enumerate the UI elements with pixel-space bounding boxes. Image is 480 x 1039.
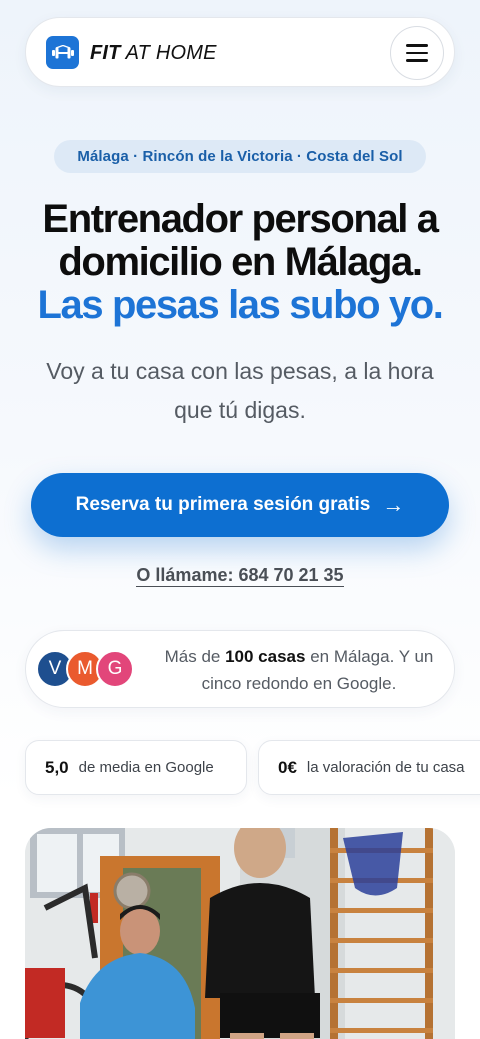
title-line-1: Entrenador personal a — [42, 197, 439, 241]
stat-value: 0€ — [278, 757, 297, 777]
trainer-photo — [25, 828, 455, 1039]
title-accent: Las pesas las subo yo. — [37, 283, 444, 327]
social-proof-card: V M G Más de 100 casas en Málaga. Y un c… — [25, 630, 455, 708]
dumbbell-icon[interactable] — [46, 36, 79, 69]
homes-count: 100 casas — [225, 647, 306, 666]
cta-label: Reserva tu primera sesión gratis — [75, 494, 371, 515]
brand-bold: FIT — [90, 42, 121, 64]
location-badge: Málaga · Rincón de la Victoria · Costa d… — [54, 140, 426, 173]
stat-label: la valoración de tu casa — [306, 759, 465, 776]
title-line-2: domicilio en Málaga. — [58, 240, 423, 284]
call-link-container: O llámame: 684 70 21 35 — [0, 565, 480, 587]
brand-logo-text[interactable]: FIT AT HOME — [90, 40, 217, 66]
hamburger-menu-icon[interactable] — [390, 26, 444, 80]
stat-label: de media en Google — [78, 759, 214, 776]
site-header: FIT AT HOME — [25, 17, 455, 87]
stat-value: 5,0 — [45, 757, 69, 777]
stat-chip-price: 0€ la valoración de tu casa — [258, 740, 480, 795]
social-proof-text: Más de 100 casas en Málaga. Y un cinco r… — [164, 647, 434, 693]
call-phone-link[interactable]: O llámame: 684 70 21 35 — [136, 565, 344, 587]
stat-chip-google-rating: 5,0 de media en Google — [25, 740, 247, 795]
hero-subtitle: Voy a tu casa con las pesas, a la hora q… — [46, 358, 434, 423]
brand-light: AT HOME — [125, 42, 217, 64]
book-free-session-button[interactable]: Reserva tu primera sesión gratis → — [31, 473, 449, 537]
avatar: G — [96, 650, 134, 688]
arrow-right-icon: → — [382, 492, 405, 517]
page-title: Entrenador personal a domicilio en Málag… — [0, 198, 480, 327]
